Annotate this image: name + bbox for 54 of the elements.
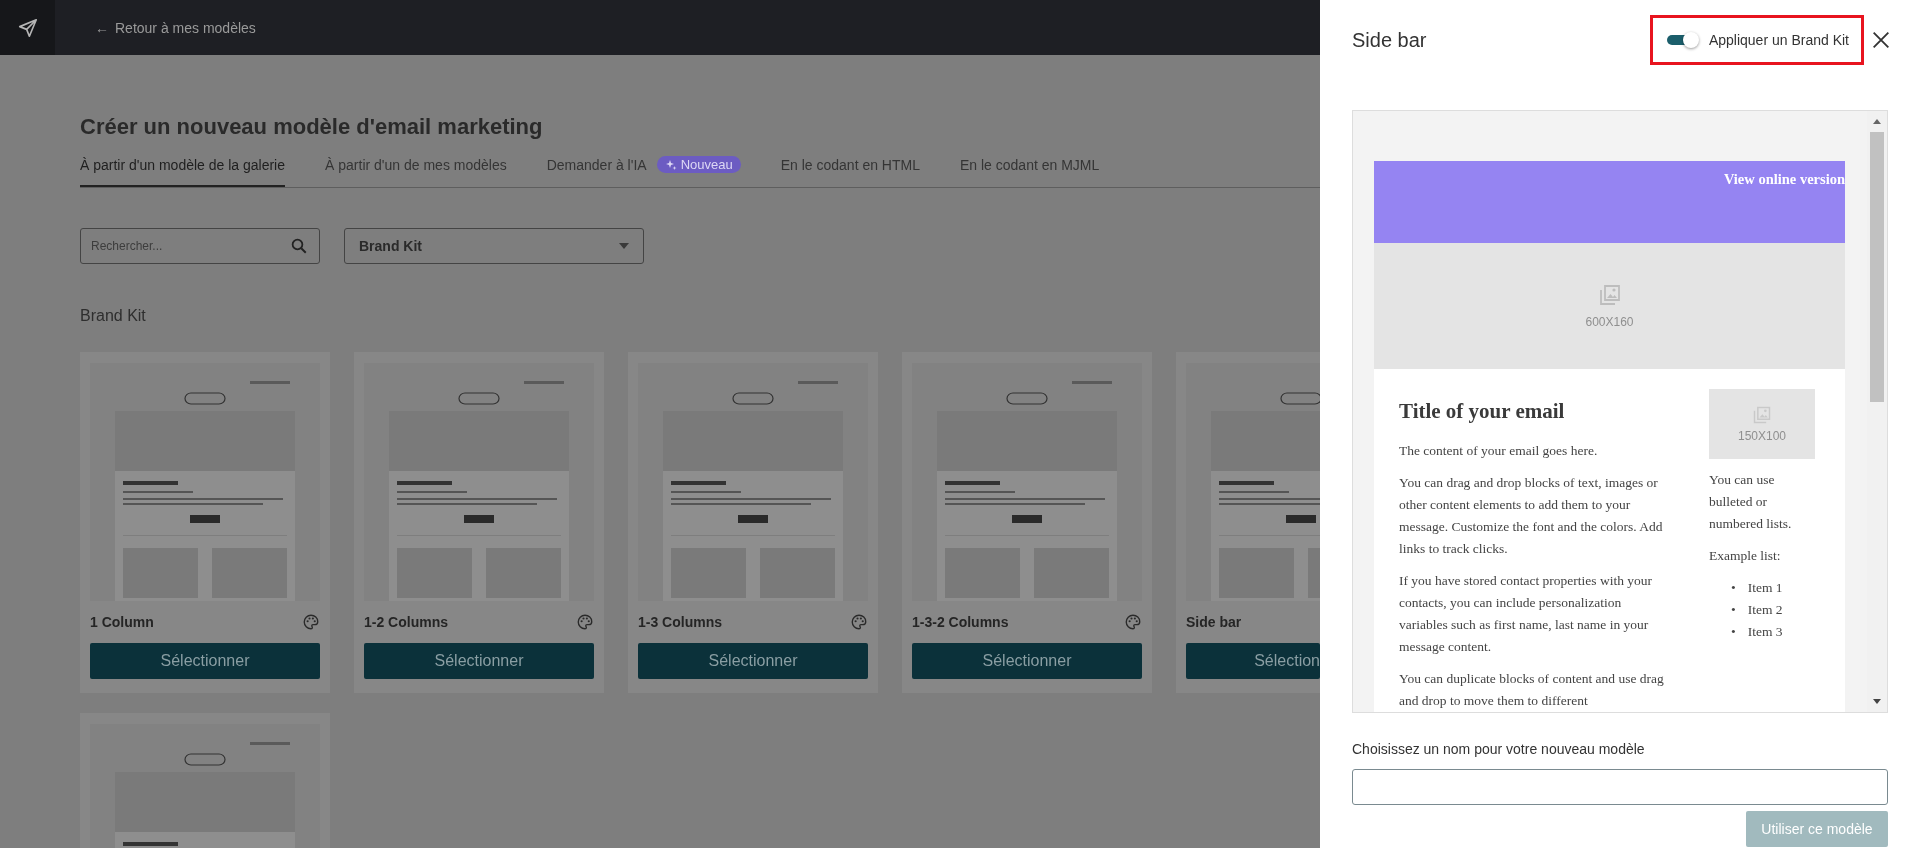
new-badge: Nouveau — [656, 156, 741, 173]
paragraph: You can drag and drop blocks of text, images or other content elements to add them to your message. Customize the font and the colors. Add links to track clicks. — [1399, 474, 1664, 558]
image-icon — [1597, 283, 1622, 307]
bullet: • — [1731, 579, 1736, 597]
palette-icon[interactable] — [302, 613, 320, 631]
list-item: Item 3 — [1747, 623, 1783, 641]
scroll-up-icon[interactable] — [1873, 119, 1881, 124]
search-icon[interactable] — [290, 237, 308, 255]
back-link[interactable]: ← Retour à mes modèles — [95, 19, 256, 36]
image-size-label: 150X100 — [1737, 429, 1786, 443]
brand-kit-dropdown[interactable]: Brand Kit — [344, 228, 644, 264]
list-item: Item 2 — [1747, 601, 1783, 619]
page-title: Créer un nouveau modèle d'email marketing — [80, 113, 544, 141]
tab[interactable]: Demander à l'IA Nouveau — [546, 150, 741, 187]
app-logo[interactable] — [0, 0, 55, 55]
bullet: • — [1731, 623, 1736, 641]
list-item: Item 1 — [1747, 579, 1783, 597]
toggle-switch[interactable] — [1666, 32, 1699, 48]
palette-icon[interactable] — [1124, 613, 1142, 631]
paragraph: You can use bulleted or numbered lists. — [1709, 471, 1793, 533]
tab[interactable]: À partir d'un de mes modèles — [325, 150, 507, 187]
select-button[interactable]: Sélectionner — [364, 643, 594, 679]
bullet: • — [1731, 601, 1736, 619]
template-name: 1-3 Columns — [638, 614, 722, 630]
section-title: Brand Kit — [80, 306, 147, 326]
paragraph: The content of your email goes here. — [1399, 442, 1599, 460]
palette-icon[interactable] — [576, 613, 594, 631]
template-name: 1 Column — [90, 614, 154, 630]
paragraph: If you have stored contact properties with your contacts, you can include personalization variables such as first name, last name in your message content. — [1399, 572, 1654, 656]
scroll-down-icon[interactable] — [1873, 699, 1881, 704]
close-icon[interactable] — [1870, 29, 1892, 51]
select-button[interactable]: Sélection — [1186, 643, 1320, 679]
tab[interactable]: En le codant en HTML — [780, 150, 920, 187]
panel-title: Side bar — [1352, 28, 1427, 52]
template-name: Side bar — [1186, 614, 1242, 630]
template-name: 1-2 Columns — [364, 614, 448, 630]
tab[interactable]: À partir d'un modèle de la galerie — [80, 150, 286, 187]
select-button[interactable]: Sélectionner — [912, 643, 1142, 679]
image-size-label: 600X160 — [1585, 315, 1634, 329]
tab[interactable]: En le codant en MJML — [960, 150, 1100, 187]
select-button[interactable]: Sélectionner — [90, 643, 320, 679]
select-button[interactable]: Sélectionner — [638, 643, 868, 679]
email-title: Title of your email — [1399, 399, 1566, 424]
palette-icon[interactable] — [850, 613, 868, 631]
image-icon — [1752, 405, 1772, 425]
paragraph: You can duplicate blocks of content and use drag and drop to move them to different — [1399, 670, 1665, 710]
paper-plane-icon — [16, 16, 39, 39]
field-label: Choisissez un nom pour votre nouveau modèle — [1352, 741, 1646, 757]
search-field[interactable]: Rechercher... — [80, 228, 320, 264]
paragraph: Example list: — [1709, 547, 1782, 565]
caret-icon — [619, 243, 629, 249]
input-field[interactable] — [1352, 769, 1888, 805]
template-name: 1-3-2 Columns — [912, 614, 1009, 630]
toggle-label: Appliquer un Brand Kit — [1708, 32, 1849, 48]
